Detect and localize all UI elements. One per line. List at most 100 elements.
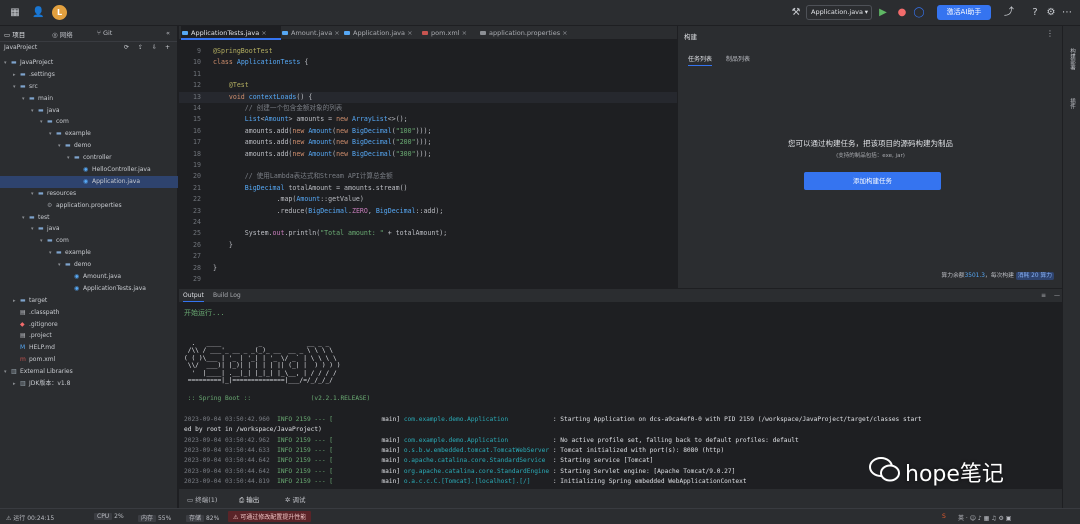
tree-item[interactable]: ▾ ▬ example (0, 247, 178, 259)
close-icon[interactable]: × (332, 29, 339, 37)
run-icon[interactable]: ▶ (877, 7, 889, 19)
tree-item[interactable]: ▾ ▬ java (0, 105, 178, 117)
help-icon[interactable]: ? (1029, 7, 1041, 19)
tree-item[interactable]: ▾ ▬ demo (0, 140, 178, 152)
code-text: } (213, 240, 233, 249)
folder-icon: ▬ (11, 59, 17, 66)
settings-icon[interactable]: ⚙ (1045, 7, 1057, 19)
terminal-tool[interactable]: ▭ 终端(1) (187, 494, 217, 504)
log-msg: : Starting Servlet engine: [Apache Tomca… (552, 467, 736, 475)
code-line: 13 void contextLoads() { (179, 91, 677, 103)
more-icon[interactable]: ⋮ (1046, 29, 1054, 38)
editor-tab[interactable]: Application.java × (343, 26, 421, 40)
tree-item[interactable]: ▾ ▥ External Libraries (0, 366, 178, 378)
project-root-header: JavaProject ⟳ ⇪ ⇩ + (4, 44, 171, 51)
editor-tab-label: application.properties (489, 29, 561, 37)
tree-item[interactable]: ▾ ▬ main (0, 93, 178, 105)
output-tabs: Output Build Log ≡ — (179, 288, 1062, 302)
add-icon[interactable]: + (165, 44, 170, 51)
app-grid-icon[interactable]: ▦ (9, 7, 21, 19)
tree-item-label: application.properties (56, 201, 122, 209)
minimize-icon[interactable]: — (1054, 292, 1060, 299)
close-icon[interactable]: × (259, 29, 266, 37)
code-editor[interactable]: 9 @SpringBootTest 10 class ApplicationTests… (179, 40, 677, 288)
tab-git[interactable]: ⑂ Git (97, 29, 112, 37)
wechat-icon (869, 457, 900, 482)
close-icon[interactable]: × (460, 29, 467, 37)
tree-item[interactable]: m pom.xml (0, 354, 178, 366)
tree-item-label: Amount.java (83, 273, 122, 281)
line-number: 11 (193, 69, 201, 78)
code-text: @SpringBootTest (213, 47, 273, 55)
plugin-tool[interactable]: 插件 (1068, 98, 1076, 109)
tab-artifact-list[interactable]: 制品列表 (726, 54, 750, 63)
tree-item[interactable]: ▾ ▬ JavaProject (0, 57, 178, 69)
tree-item[interactable]: ▸ ▬ target (0, 295, 178, 307)
tree-item[interactable]: ▾ ▬ com (0, 116, 178, 128)
collapse-icon[interactable]: « (166, 29, 170, 37)
more-icon[interactable]: ⋯ (1061, 7, 1073, 19)
build-empty-message: 您可以通过构建任务，把该项目的源码构建为制品 (788, 139, 953, 148)
tree-item[interactable]: ▤ .classpath (0, 307, 178, 319)
tree-item[interactable]: ▾ ▬ demo (0, 259, 178, 271)
editor-tab[interactable]: Amount.java × (281, 26, 343, 40)
tree-item[interactable]: ▾ ▬ resources (0, 188, 178, 200)
editor-tab[interactable]: application.properties × (479, 26, 579, 40)
tree-item[interactable]: ◉ Amount.java (0, 271, 178, 283)
output-tool[interactable]: ⎙ 输出 (239, 494, 259, 505)
line-number: 23 (193, 206, 201, 215)
add-build-task-button[interactable]: 添加构建任务 (804, 172, 941, 190)
editor-tabs: ApplicationTests.java × Amount.java × Appl… (179, 26, 677, 40)
build-deploy-tool[interactable]: 构建部署 (1068, 48, 1076, 70)
close-icon[interactable]: × (405, 29, 412, 37)
chevron-icon[interactable]: ▸ (13, 379, 20, 391)
activate-ai-button[interactable]: 激活AI助手 (937, 5, 991, 20)
tree-item-label: com (56, 237, 69, 245)
line-number: 29 (193, 275, 201, 283)
log-line: 2023-09-04 03:50:42.962 INFO 2159 --- [ … (184, 436, 799, 446)
debug-icon[interactable]: ● (896, 7, 908, 19)
tree-item[interactable]: ▾ ▬ controller (0, 152, 178, 164)
cpu-usage: CPU 2% (94, 513, 124, 520)
hammer-icon[interactable]: ⚒ (790, 7, 802, 19)
tab-task-list[interactable]: 任务列表 (688, 54, 713, 66)
performance-warning[interactable]: ⚠ 可通过修改配置提升性能 (228, 511, 312, 522)
tree-item-label: HelloController.java (92, 166, 151, 174)
tree-item[interactable]: ▸ ▥ JDK版本：v1.8 (0, 378, 178, 390)
close-icon[interactable]: × (560, 29, 567, 37)
line-number: 12 (193, 81, 201, 90)
run-config-select[interactable]: Application.java ▾ (806, 5, 872, 20)
upload-icon[interactable]: ⇪ (138, 44, 143, 51)
add-user-icon[interactable]: 👤 (32, 7, 44, 19)
avatar[interactable]: L (52, 5, 67, 20)
log-lv: INFO 2159 --- [ (277, 416, 334, 423)
tree-item[interactable]: ▾ ▬ example (0, 128, 178, 140)
tree-item[interactable]: ◉ ApplicationTests.java (0, 283, 178, 295)
tree-item[interactable]: ▾ ▬ test (0, 212, 178, 224)
editor-tab[interactable]: pom.xml × (421, 26, 479, 40)
tab-network[interactable]: ◎ 网络 (52, 29, 73, 39)
share-icon[interactable]: ⤴ (1003, 7, 1015, 19)
debug-tool[interactable]: ✲ 调试 (285, 494, 306, 504)
tree-item[interactable]: ◉ Application.java (0, 175, 178, 188)
tree-item[interactable]: ▾ ▬ src (0, 81, 178, 93)
filter-icon[interactable]: ≡ (1041, 292, 1046, 299)
tab-project[interactable]: ▭ 项目 (4, 29, 25, 39)
code-line: 29 (179, 274, 677, 285)
folder-icon: ▬ (29, 213, 35, 221)
tab-build-log[interactable]: Build Log (213, 292, 241, 299)
tree-item[interactable]: ◆ .gitignore (0, 319, 178, 331)
stop-icon[interactable]: ◯ (913, 7, 925, 19)
log-line: 2023-09-04 03:50:42.960 INFO 2159 --- [ … (184, 415, 922, 425)
tree-item[interactable]: M HELP.md (0, 342, 178, 354)
tree-item[interactable]: ▤ .project (0, 330, 178, 342)
tree-item[interactable]: ▾ ▬ com (0, 235, 178, 247)
download-icon[interactable]: ⇩ (152, 44, 157, 51)
tab-output[interactable]: Output (183, 292, 204, 302)
editor-tab[interactable]: ApplicationTests.java × (181, 26, 281, 40)
tree-item[interactable]: ⚙ application.properties (0, 200, 178, 212)
tree-item[interactable]: ◉ HelloController.java (0, 164, 178, 176)
refresh-icon[interactable]: ⟳ (124, 44, 129, 51)
tree-item[interactable]: ▸ ▬ .settings (0, 69, 178, 81)
tree-item[interactable]: ▾ ▬ java (0, 223, 178, 235)
